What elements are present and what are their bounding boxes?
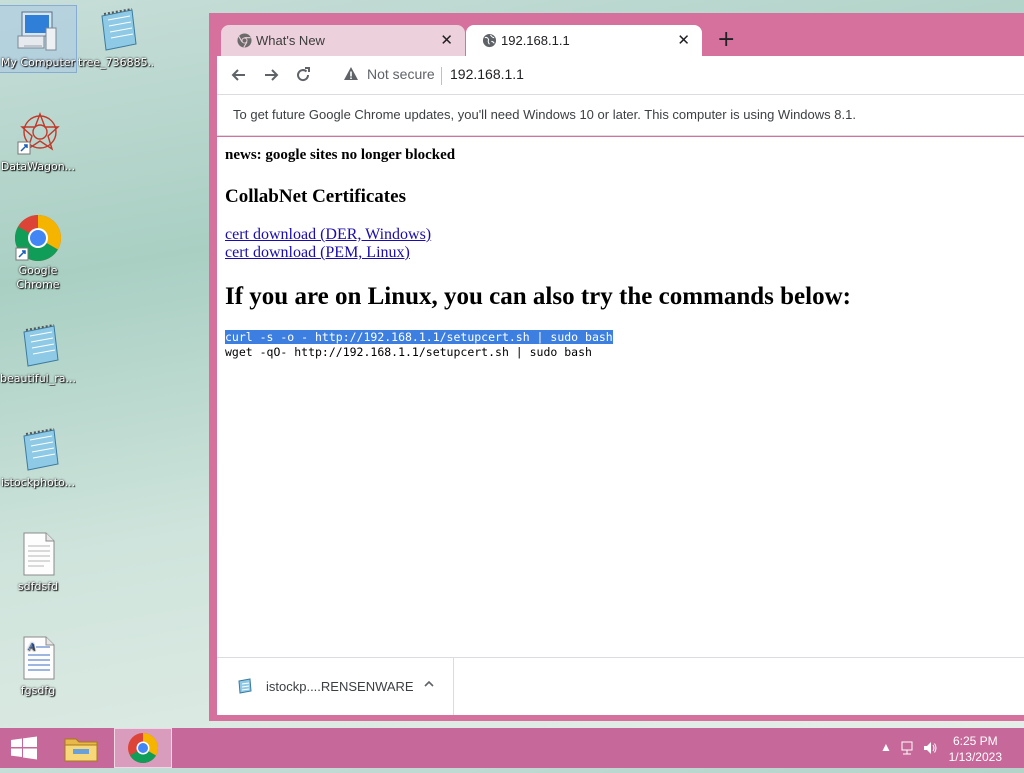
forward-arrow-icon[interactable]	[259, 63, 283, 87]
notepad-icon	[237, 678, 253, 697]
chrome-icon	[128, 733, 159, 764]
reload-icon[interactable]	[291, 63, 315, 87]
desktop-icon-label: My Computer	[0, 56, 76, 69]
chrome-window: What's New ✕ 192.168.1.1 ✕ + Not secure …	[209, 13, 1024, 721]
desktop-icon-tree-file[interactable]: tree_736885...	[78, 6, 154, 70]
desktop-icon-beautiful-file[interactable]: beautiful_ra...	[0, 322, 76, 386]
browser-toolbar: Not secure 192.168.1.1	[217, 56, 1024, 94]
omnibox-divider	[441, 67, 442, 85]
clock[interactable]: 6:25 PM 1/13/2023	[949, 733, 1002, 765]
cert-download-der-link[interactable]: cert download (DER, Windows)	[225, 226, 431, 244]
volume-icon[interactable]	[922, 740, 938, 759]
svg-text:A: A	[27, 641, 35, 653]
download-filename: istockp....RENSENWARE	[266, 679, 414, 694]
desktop-icon-sdfdsfd[interactable]: sdfdsfd	[0, 530, 76, 594]
desktop-icon-fgsdfg[interactable]: A fgsdfg	[0, 634, 76, 698]
chrome-icon	[14, 214, 62, 262]
notepad-icon	[92, 6, 140, 54]
windows-logo-icon	[11, 736, 37, 760]
desktop-icon-label: Google Chrome	[16, 264, 60, 291]
page-heading: CollabNet Certificates	[225, 186, 406, 207]
update-infobar: To get future Google Chrome updates, you…	[217, 94, 1024, 136]
wget-command[interactable]: wget -qO- http://192.168.1.1/setupcert.s…	[225, 345, 592, 359]
chrome-taskbar-button[interactable]	[114, 728, 172, 768]
desktop-icon-label: istockphoto...	[0, 476, 76, 489]
curl-command[interactable]: curl -s -o - http://192.168.1.1/setupcer…	[225, 330, 613, 344]
warning-icon[interactable]	[343, 66, 359, 87]
wordpad-file-icon: A	[14, 634, 62, 682]
datawagon-icon	[14, 110, 62, 158]
new-tab-button[interactable]: +	[717, 27, 735, 52]
desktop-icon-google-chrome[interactable]: Google Chrome	[0, 214, 76, 292]
clock-date: 1/13/2023	[948, 750, 1002, 764]
security-status[interactable]: Not secure	[367, 66, 435, 82]
chrome-icon	[237, 33, 252, 48]
close-icon[interactable]: ✕	[440, 31, 453, 49]
notepad-icon	[14, 426, 62, 474]
network-icon[interactable]	[900, 740, 916, 759]
taskbar: ▲ 6:25 PM 1/13/2023	[0, 728, 1024, 768]
notepad-icon	[14, 322, 62, 370]
download-item[interactable]: istockp....RENSENWARE	[217, 658, 454, 715]
globe-icon	[482, 33, 497, 48]
desktop-icon-istockphoto-file[interactable]: istockphoto...	[0, 426, 76, 490]
desktop-icon-label: beautiful_ra...	[0, 372, 76, 385]
close-icon[interactable]: ✕	[677, 31, 690, 49]
file-explorer-button[interactable]	[56, 728, 106, 768]
address-bar[interactable]: Not secure 192.168.1.1	[329, 61, 1024, 89]
desktop-icon-label: DataWagon...	[0, 160, 76, 173]
url-text[interactable]: 192.168.1.1	[450, 66, 524, 82]
tab-strip: What's New ✕ 192.168.1.1 ✕ +	[209, 13, 1024, 56]
page-content: news: google sites no longer blocked Col…	[217, 137, 1024, 657]
desktop-icon-label: sdfdsfd	[17, 580, 59, 593]
folder-icon	[64, 738, 98, 762]
tab-192-168-1-1[interactable]: 192.168.1.1 ✕	[466, 25, 702, 56]
desktop-icon-datawagon[interactable]: DataWagon...	[0, 110, 76, 174]
chevron-up-icon[interactable]	[423, 677, 435, 693]
news-text: news: google sites no longer blocked	[225, 147, 456, 163]
computer-icon	[14, 6, 62, 54]
back-arrow-icon[interactable]	[227, 63, 251, 87]
download-bar: istockp....RENSENWARE	[217, 657, 1024, 715]
cert-download-pem-link[interactable]: cert download (PEM, Linux)	[225, 244, 410, 262]
desktop-icon-label: tree_736885...	[78, 56, 154, 69]
tab-whats-new[interactable]: What's New ✕	[221, 25, 465, 56]
chevron-up-icon[interactable]: ▲	[880, 740, 892, 754]
desktop-icon-my-computer[interactable]: My Computer	[0, 5, 77, 73]
text-file-icon	[14, 530, 62, 578]
desktop-icon-label: fgsdfg	[20, 684, 56, 697]
linux-heading: If you are on Linux, you can also try th…	[225, 283, 851, 310]
start-button[interactable]	[0, 728, 48, 768]
system-tray: ▲ 6:25 PM 1/13/2023	[864, 728, 1024, 768]
tab-title: What's New	[256, 33, 325, 48]
clock-time: 6:25 PM	[952, 734, 998, 748]
tab-title: 192.168.1.1	[501, 33, 570, 48]
